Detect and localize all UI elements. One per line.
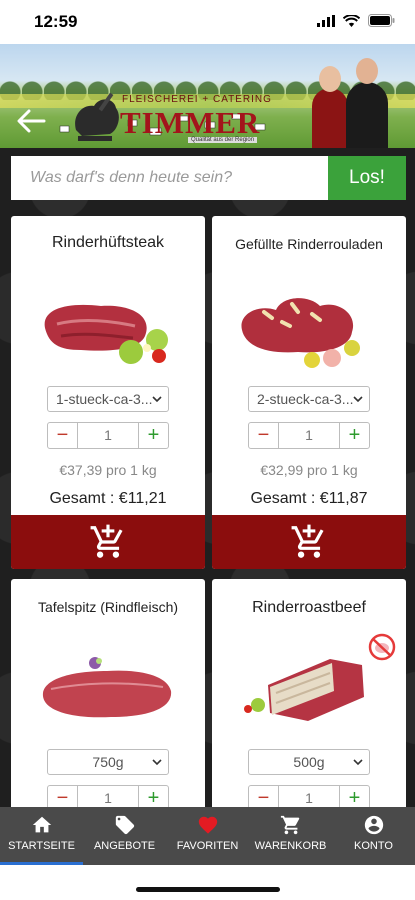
nav-konto[interactable]: KONTO	[332, 807, 415, 865]
home-icon	[32, 816, 51, 833]
increase-button[interactable]: +	[138, 786, 168, 807]
nav-label: KONTO	[354, 840, 393, 852]
quantity-value[interactable]: 1	[279, 786, 339, 807]
increase-button[interactable]: +	[339, 786, 369, 807]
quantity-value[interactable]: 1	[78, 423, 138, 448]
account-icon	[364, 815, 383, 835]
variant-value: 2-stueck-ca-3...	[257, 391, 354, 407]
search-bar: Los!	[11, 156, 406, 200]
add-to-cart-icon	[90, 524, 123, 558]
variant-select[interactable]: 1-stueck-ca-3...	[47, 386, 169, 412]
logo-tagline: FLEISCHEREI + CATERING	[122, 94, 272, 105]
logo-subtitle: Qualität aus der Region	[188, 137, 258, 143]
nav-warenkorb[interactable]: WARENKORB	[249, 807, 332, 865]
arrow-left-icon	[17, 109, 46, 133]
increase-button[interactable]: +	[339, 423, 369, 448]
unit-price: €32,99 pro 1 kg	[260, 462, 358, 478]
variant-value: 1-stueck-ca-3...	[56, 391, 153, 407]
decrease-button[interactable]: −	[249, 423, 279, 448]
product-image[interactable]	[11, 637, 205, 737]
signal-icon	[317, 14, 335, 27]
product-list: Los! Rinderhüftsteak 1-stueck-ca-3... − …	[0, 148, 415, 807]
variant-select[interactable]: 2-stueck-ca-3...	[248, 386, 370, 412]
nav-label: FAVORITEN	[176, 840, 239, 852]
status-bar: 12:59	[0, 0, 415, 44]
variant-value: 500g	[293, 754, 325, 770]
nav-favoriten[interactable]: FAVORITEN	[166, 807, 249, 865]
nav-startseite[interactable]: STARTSEITE	[0, 807, 83, 865]
add-to-cart-icon	[291, 524, 324, 558]
back-button[interactable]	[14, 104, 48, 138]
search-button[interactable]: Los!	[328, 156, 406, 200]
product-card[interactable]: Rinderroastbeef 500g − 1 +	[212, 579, 406, 807]
product-title: Tafelspitz (Rindfleisch)	[37, 599, 179, 615]
chevron-down-icon	[152, 396, 162, 403]
chevron-down-icon	[152, 759, 162, 766]
add-to-cart-button[interactable]	[212, 515, 406, 569]
butcher-emblem-icon	[75, 92, 119, 141]
product-image[interactable]	[212, 633, 406, 737]
quantity-value[interactable]: 1	[279, 423, 339, 448]
variant-value: 750g	[92, 754, 124, 770]
battery-icon	[368, 14, 395, 27]
decrease-button[interactable]: −	[48, 423, 78, 448]
product-title: Rinderroastbeef	[252, 599, 366, 616]
decrease-button[interactable]: −	[249, 786, 279, 807]
home-indicator[interactable]	[136, 887, 280, 892]
person-woman	[312, 66, 348, 148]
add-to-cart-button[interactable]	[11, 515, 205, 569]
chevron-down-icon	[353, 396, 363, 403]
total-price: Gesamt : €11,21	[49, 490, 167, 507]
product-title: Rinderhüftsteak	[51, 234, 165, 251]
quantity-stepper: − 1 +	[248, 785, 370, 807]
person-man	[346, 58, 388, 148]
search-input[interactable]	[11, 156, 328, 200]
product-card[interactable]: Rinderhüftsteak 1-stueck-ca-3... − 1 + €…	[11, 216, 205, 569]
quantity-stepper: − 1 +	[248, 422, 370, 449]
tag-icon	[115, 815, 134, 835]
bottom-navigation: STARTSEITE ANGEBOTE FAVORITEN WARENKORB …	[0, 807, 415, 865]
quantity-stepper: − 1 +	[47, 422, 169, 449]
variant-select[interactable]: 750g	[47, 749, 169, 775]
unit-price: €37,39 pro 1 kg	[59, 462, 157, 478]
product-image[interactable]	[11, 274, 205, 374]
nav-label: ANGEBOTE	[93, 840, 156, 852]
increase-button[interactable]: +	[138, 423, 168, 448]
chevron-down-icon	[353, 759, 363, 766]
variant-select[interactable]: 500g	[248, 749, 370, 775]
product-image[interactable]	[212, 274, 406, 374]
quantity-value[interactable]: 1	[78, 786, 138, 807]
logo-title: TIMMER	[120, 105, 261, 140]
product-title: Gefüllte Rinderrouladen	[235, 236, 383, 252]
product-card[interactable]: Tafelspitz (Rindfleisch) 750g − 1 +	[11, 579, 205, 807]
header-banner: FLEISCHEREI + CATERING TIMMER Qualität a…	[0, 44, 415, 148]
product-card[interactable]: Gefüllte Rinderrouladen 2-stueck-ca-3...…	[212, 216, 406, 569]
decrease-button[interactable]: −	[48, 786, 78, 807]
status-icons	[317, 14, 395, 27]
timmer-logo: FLEISCHEREI + CATERING TIMMER Qualität a…	[70, 90, 271, 146]
cart-icon	[280, 815, 299, 835]
total-price: Gesamt : €11,87	[250, 490, 368, 507]
heart-icon	[198, 816, 217, 834]
wifi-icon	[343, 14, 360, 27]
status-time: 12:59	[34, 12, 78, 31]
quantity-stepper: − 1 +	[47, 785, 169, 807]
nav-label: STARTSEITE	[8, 840, 75, 852]
nav-angebote[interactable]: ANGEBOTE	[83, 807, 166, 865]
nav-label: WARENKORB	[254, 840, 327, 852]
no-pork-icon	[368, 633, 396, 661]
